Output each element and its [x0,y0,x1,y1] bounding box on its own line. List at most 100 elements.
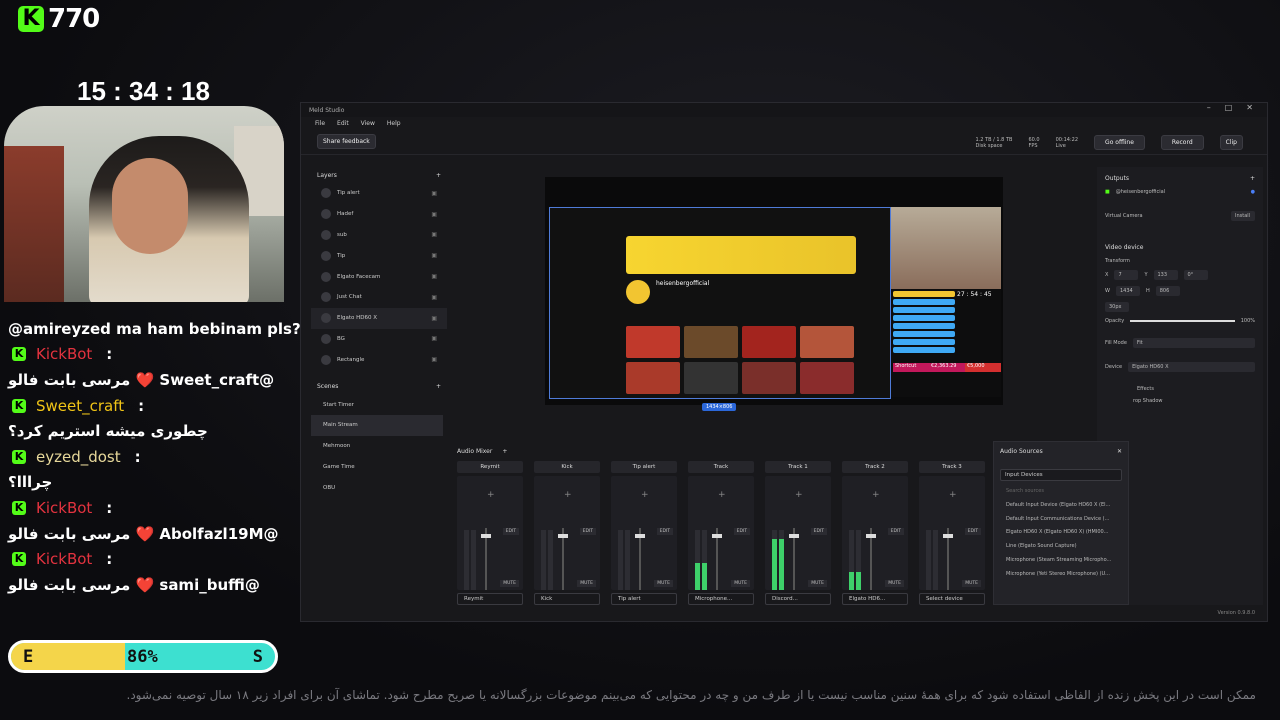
lock-icon[interactable]: ▣ [431,294,437,301]
youtube-capture[interactable]: heisenbergofficial [549,207,891,399]
add-filter-icon[interactable]: + [487,490,495,500]
channel-device-select[interactable]: Reymit [457,593,523,605]
drop-shadow-label[interactable]: rop Shadow [1133,398,1163,404]
close-popup-icon[interactable]: ✕ [1117,448,1122,455]
layer-item[interactable]: Tip ▣ [311,245,447,266]
width-field[interactable]: 1434 [1115,286,1140,296]
mute-button[interactable]: MUTE [962,580,981,587]
add-filter-icon[interactable]: + [872,490,880,500]
rotation-field[interactable]: 0° [1183,270,1208,280]
mute-button[interactable]: MUTE [885,580,904,587]
channel-device-select[interactable]: Microphone... [688,593,754,605]
layer-item[interactable]: sub ▣ [311,225,447,246]
audio-source-option[interactable]: Microphone (Steam Streaming Micropho... [994,554,1128,568]
minimize-icon[interactable]: – [1207,103,1211,112]
audio-source-option[interactable]: Default Input Device (Elgato HD60 X (El.… [994,499,1128,513]
search-sources-input[interactable]: Search sources [994,485,1128,499]
layer-item[interactable]: Elgato HD60 X ▣ [311,307,447,329]
share-feedback-button[interactable]: Share feedback [317,134,376,149]
go-offline-button[interactable]: Go offline [1094,135,1145,150]
channel-device-select[interactable]: Select device [919,593,985,605]
channel-name[interactable]: Kick [534,461,600,473]
corner-radius-field[interactable]: 30px [1105,302,1129,312]
audio-source-option[interactable]: Line (Elgato Sound Capture) [994,540,1128,554]
lock-icon[interactable]: ▣ [431,273,437,280]
y-field[interactable]: 133 [1153,270,1178,280]
scene-item[interactable]: Game Time [311,457,447,478]
edit-button[interactable]: EDIT [733,528,750,535]
add-audio-icon[interactable]: + [502,448,507,455]
channel-name[interactable]: Reymit [457,461,523,473]
layer-item[interactable]: Rectangle ▣ [311,349,447,370]
channel-name[interactable]: Track [688,461,754,473]
output-account[interactable]: ■ @heisenbergofficial ● [1097,186,1263,198]
add-layer-icon[interactable]: + [436,172,441,179]
height-field[interactable]: 806 [1155,286,1180,296]
layer-item[interactable]: Elgato Facecam ▣ [311,266,447,287]
edit-button[interactable]: EDIT [810,528,827,535]
add-filter-icon[interactable]: + [641,490,649,500]
fader-knob[interactable] [866,534,876,538]
channel-device-select[interactable]: Elgato HD6... [842,593,908,605]
edit-button[interactable]: EDIT [502,528,519,535]
layer-item[interactable]: Just Chat ▣ [311,287,447,308]
layer-item[interactable]: Hadef ▣ [311,204,447,225]
add-filter-icon[interactable]: + [949,490,957,500]
fader-knob[interactable] [712,534,722,538]
audio-source-option[interactable]: Microphone (Yeti Stereo Microphone) (U..… [994,568,1128,582]
scene-item[interactable]: Start Timer [311,394,447,415]
clip-button[interactable]: Clip [1219,135,1243,150]
toggle-icon[interactable]: ● [1251,189,1255,195]
scene-item[interactable]: Mehmoon [311,436,447,457]
channel-device-select[interactable]: Discord... [765,593,831,605]
menu-help[interactable]: Help [387,120,401,127]
add-output-icon[interactable]: + [1250,175,1255,182]
fader-knob[interactable] [558,534,568,538]
mute-button[interactable]: MUTE [731,580,750,587]
x-field[interactable]: 7 [1114,270,1139,280]
mute-button[interactable]: MUTE [808,580,827,587]
edit-button[interactable]: EDIT [964,528,981,535]
channel-name[interactable]: Track 2 [842,461,908,473]
fader-knob[interactable] [635,534,645,538]
edit-button[interactable]: EDIT [579,528,596,535]
add-filter-icon[interactable]: + [718,490,726,500]
lock-icon[interactable]: ▣ [431,356,437,363]
channel-name[interactable]: Tip alert [611,461,677,473]
edit-button[interactable]: EDIT [656,528,673,535]
scene-item[interactable]: Main Stream [311,414,443,436]
device-select[interactable]: Elgato HD60 X [1128,362,1255,372]
channel-name[interactable]: Track 3 [919,461,985,473]
menu-edit[interactable]: Edit [337,120,349,127]
channel-device-select[interactable]: Kick [534,593,600,605]
canvas-preview[interactable]: heisenbergofficial 1434×806 27 : 54 : 45… [545,177,1003,411]
lock-icon[interactable]: ▣ [431,335,437,342]
close-icon[interactable]: ✕ [1246,103,1253,112]
add-scene-icon[interactable]: + [436,383,441,390]
audio-source-option[interactable]: Default Input Communications Device (... [994,513,1128,527]
add-filter-icon[interactable]: + [795,490,803,500]
lock-icon[interactable]: ▣ [431,211,437,218]
input-devices-select[interactable]: Input Devices [1000,469,1122,481]
scene-item[interactable]: OBU [311,477,447,498]
fader-knob[interactable] [943,534,953,538]
fader-knob[interactable] [789,534,799,538]
menu-file[interactable]: File [315,120,325,127]
opacity-value[interactable]: 100% [1241,318,1255,324]
fill-mode-select[interactable]: Fit [1132,338,1255,348]
mute-button[interactable]: MUTE [577,580,596,587]
add-filter-icon[interactable]: + [564,490,572,500]
fader-knob[interactable] [481,534,491,538]
install-button[interactable]: Install [1231,211,1255,221]
lock-icon[interactable]: ▣ [431,190,437,197]
maximize-icon[interactable]: □ [1225,103,1233,112]
channel-name[interactable]: Track 1 [765,461,831,473]
edit-button[interactable]: EDIT [887,528,904,535]
record-button[interactable]: Record [1160,135,1204,150]
layer-item[interactable]: BG ▣ [311,329,447,350]
lock-icon[interactable]: ▣ [431,252,437,259]
audio-source-option[interactable]: Elgato HD60 X (Elgato HD60 X) (HMI00... [994,526,1128,540]
mute-button[interactable]: MUTE [500,580,519,587]
layer-item[interactable]: Tip alert ▣ [311,183,447,204]
channel-device-select[interactable]: Tip alert [611,593,677,605]
